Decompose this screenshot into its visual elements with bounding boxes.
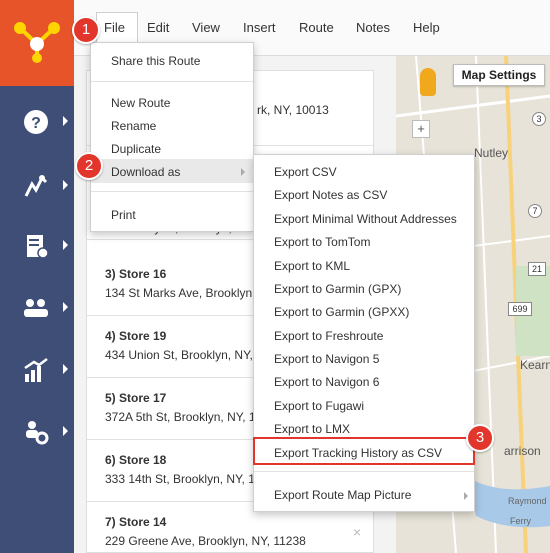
menu-item-export-csv[interactable]: Export CSV [274, 165, 337, 179]
route-shield: 3 [532, 112, 546, 126]
svg-text:?: ? [31, 115, 41, 132]
logo-icon [14, 22, 60, 63]
stop-name: 5) Store 17 [105, 391, 167, 405]
chevron-right-icon [63, 180, 68, 190]
menu-item-export-minimal[interactable]: Export Minimal Without Addresses [274, 212, 457, 226]
sidebar-item-routes[interactable] [0, 154, 74, 218]
pegman-icon[interactable] [420, 68, 436, 96]
menu-separator [91, 81, 253, 82]
submenu-arrow-icon [241, 168, 245, 176]
menu-item-export-lmx[interactable]: Export to LMX [274, 422, 350, 436]
sidebar-item-help[interactable]: ? [0, 90, 74, 154]
submenu-arrow-icon [464, 492, 468, 500]
map-label-nutley: Nutley [474, 146, 509, 160]
stop-name: 7) Store 14 [105, 515, 167, 529]
chevron-right-icon [63, 364, 68, 374]
menu-item-print[interactable]: Print [111, 208, 136, 222]
menu-item-rename[interactable]: Rename [111, 119, 156, 133]
stop-address: rk, NY, 10013 [257, 103, 329, 117]
route-shield: 699 [508, 302, 532, 316]
highlight-box [253, 437, 475, 465]
menu-item-export-navigon5[interactable]: Export to Navigon 5 [274, 352, 379, 366]
menu-item-share-route[interactable]: Share this Route [111, 54, 200, 68]
menu-view[interactable]: View [192, 20, 220, 35]
menu-item-export-fugawi[interactable]: Export to Fugawi [274, 399, 364, 413]
remove-stop-button[interactable]: × [353, 524, 361, 540]
route-shield: 7 [528, 204, 542, 218]
map-label-harrison: arrison [504, 444, 541, 458]
sidebar-item-reports[interactable] [0, 338, 74, 402]
menu-item-export-freshroute[interactable]: Export to Freshroute [274, 329, 383, 343]
map-label-kearny: Kearn [520, 358, 550, 372]
menu-item-export-tomtom[interactable]: Export to TomTom [274, 235, 370, 249]
map-label-raymond: Raymond [508, 496, 547, 506]
menu-item-export-kml[interactable]: Export to KML [274, 259, 350, 273]
sidebar-item-team[interactable] [0, 276, 74, 340]
sidebar-item-addresses[interactable] [0, 214, 74, 278]
chevron-right-icon [63, 426, 68, 436]
menu-insert[interactable]: Insert [243, 20, 276, 35]
menu-item-export-gpxx[interactable]: Export to Garmin (GPXX) [274, 305, 409, 319]
settings-icon [26, 421, 49, 445]
menu-item-duplicate[interactable]: Duplicate [111, 142, 161, 156]
chevron-right-icon [63, 116, 68, 126]
menu-item-new-route[interactable]: New Route [111, 96, 170, 110]
stop-address: 134 St Marks Ave, Brooklyn [105, 286, 253, 300]
map-label-ferry: Ferry [510, 516, 531, 526]
chevron-right-icon [63, 302, 68, 312]
step-badge-2: 2 [75, 152, 103, 180]
stop-name: 3) Store 16 [105, 267, 167, 281]
map-settings-button[interactable]: Map Settings [453, 64, 545, 86]
team-icon [24, 299, 48, 317]
stop-address: 333 14th St, Brooklyn, NY, 1 [105, 472, 255, 486]
menu-help[interactable]: Help [413, 20, 440, 35]
zoom-in-button[interactable]: + [412, 120, 430, 138]
stop-address: 434 Union St, Brooklyn, NY, [105, 348, 253, 362]
menu-separator [91, 191, 253, 192]
menu-item-export-navigon6[interactable]: Export to Navigon 6 [274, 375, 379, 389]
stop-address: 372A 5th St, Brooklyn, NY, 1 [105, 410, 256, 424]
menu-item-export-gpx[interactable]: Export to Garmin (GPX) [274, 282, 401, 296]
menu-file[interactable]: File [104, 20, 125, 35]
app-frame: ? File Edit View Insert Route Notes Help… [0, 0, 550, 553]
menu-item-export-map-picture[interactable]: Export Route Map Picture [274, 488, 411, 502]
step-badge-1: 1 [72, 16, 100, 44]
route-shield: 21 [528, 262, 546, 276]
menu-route[interactable]: Route [299, 20, 334, 35]
app-logo[interactable] [0, 0, 74, 86]
reports-icon [24, 358, 48, 382]
sidebar-item-settings[interactable] [0, 400, 74, 464]
chevron-right-icon [63, 240, 68, 250]
menu-item-download-as[interactable]: Download as [111, 165, 180, 179]
route-planner-icon [24, 175, 48, 197]
step-badge-3: 3 [466, 424, 494, 452]
stop-name: 4) Store 19 [105, 329, 167, 343]
sidebar: ? [0, 0, 74, 553]
file-menu: Share this Route New Route Rename Duplic… [90, 42, 254, 232]
menu-separator [254, 471, 474, 472]
help-icon: ? [24, 110, 48, 134]
addresses-icon [27, 235, 49, 259]
menu-edit[interactable]: Edit [147, 20, 169, 35]
menu-item-export-notes-csv[interactable]: Export Notes as CSV [274, 188, 387, 202]
stop-address: 229 Greene Ave, Brooklyn, NY, 11238 [105, 534, 306, 548]
menu-notes[interactable]: Notes [356, 20, 390, 35]
stop-name: 6) Store 18 [105, 453, 167, 467]
